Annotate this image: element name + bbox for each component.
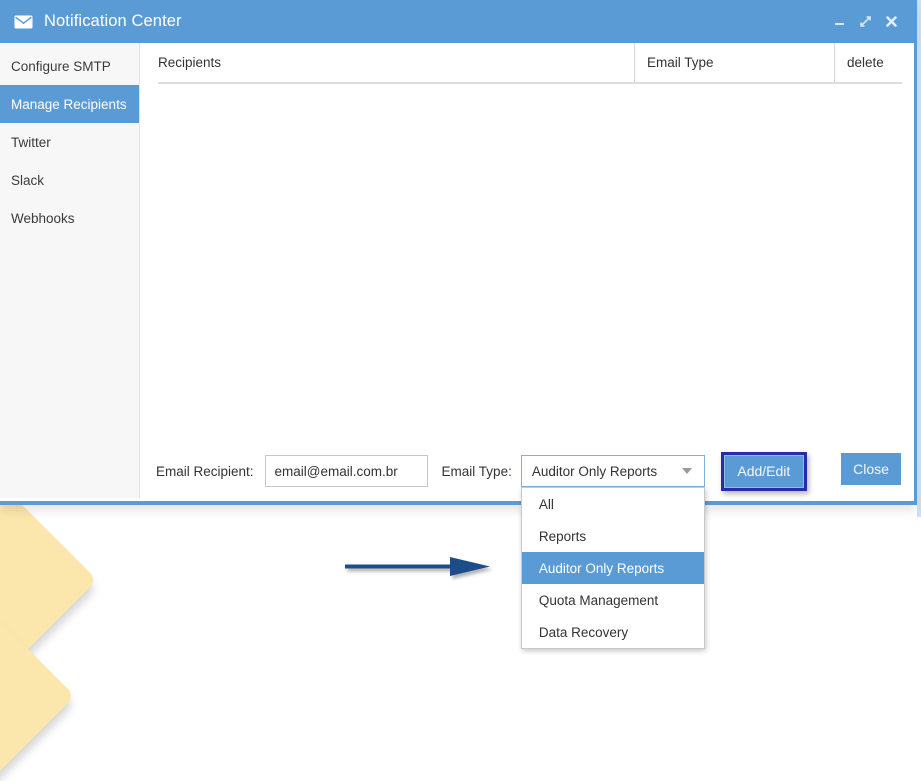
sidebar-item-slack[interactable]: Slack bbox=[0, 161, 139, 199]
email-recipient-input[interactable] bbox=[264, 455, 428, 487]
column-header-recipients[interactable]: Recipients bbox=[158, 43, 635, 84]
sidebar-item-label: Manage Recipients bbox=[11, 96, 127, 112]
sidebar: Configure SMTP Manage Recipients Twitter… bbox=[0, 43, 140, 498]
sidebar-item-configure-smtp[interactable]: Configure SMTP bbox=[0, 47, 139, 85]
sidebar-item-label: Slack bbox=[11, 172, 45, 188]
content-area: Recipients Email Type delete Email Recip… bbox=[140, 43, 914, 649]
close-icon[interactable] bbox=[878, 9, 904, 35]
dropdown-option-data-recovery[interactable]: Data Recovery bbox=[522, 616, 704, 648]
dropdown-option-quota-management[interactable]: Quota Management bbox=[522, 584, 704, 616]
maximize-icon[interactable] bbox=[852, 9, 878, 35]
dropdown-option-label: Auditor Only Reports bbox=[538, 560, 665, 576]
email-type-selected-value: Auditor Only Reports bbox=[531, 463, 658, 479]
sidebar-item-manage-recipients[interactable]: Manage Recipients bbox=[0, 85, 139, 123]
dropdown-option-label: Quota Management bbox=[538, 592, 659, 608]
recipients-table: Recipients Email Type delete bbox=[158, 43, 902, 84]
sidebar-item-label: Twitter bbox=[11, 134, 51, 150]
dropdown-option-label: Data Recovery bbox=[538, 624, 629, 640]
recipients-table-header: Recipients Email Type delete bbox=[158, 43, 902, 84]
recipient-form-row: Email Recipient: Email Type: Auditor Onl… bbox=[140, 445, 914, 649]
sidebar-item-label: Webhooks bbox=[11, 210, 75, 226]
add-edit-focus-ring: Add/Edit bbox=[720, 451, 807, 491]
dropdown-option-label: All bbox=[538, 496, 554, 512]
notification-center-window: Notification Center Configure SMTP Manag… bbox=[0, 0, 917, 649]
window-title: Notification Center bbox=[44, 12, 182, 30]
maximize-glyph bbox=[859, 16, 871, 27]
close-glyph bbox=[885, 16, 897, 27]
email-type-combobox[interactable]: Auditor Only Reports All Reports Auditor… bbox=[520, 455, 705, 649]
sidebar-item-webhooks[interactable]: Webhooks bbox=[0, 199, 139, 237]
close-button[interactable]: Close bbox=[841, 453, 901, 485]
column-header-email-type[interactable]: Email Type bbox=[634, 43, 835, 84]
email-type-dropdown-list[interactable]: All Reports Auditor Only Reports Quota M… bbox=[520, 487, 705, 649]
chevron-down-icon bbox=[676, 468, 698, 474]
email-type-label: Email Type: bbox=[441, 463, 512, 479]
sidebar-item-twitter[interactable]: Twitter bbox=[0, 123, 139, 161]
column-header-delete[interactable]: delete bbox=[834, 43, 902, 84]
dropdown-option-label: Reports bbox=[538, 528, 587, 544]
sidebar-item-label: Configure SMTP bbox=[11, 58, 111, 74]
window-body: Configure SMTP Manage Recipients Twitter… bbox=[0, 43, 914, 649]
dropdown-option-reports[interactable]: Reports bbox=[522, 520, 704, 552]
minimize-icon[interactable] bbox=[826, 9, 852, 35]
table-header-row: Recipients Email Type delete bbox=[158, 43, 902, 84]
dropdown-option-auditor-only-reports[interactable]: Auditor Only Reports bbox=[521, 552, 704, 584]
envelope-icon bbox=[14, 15, 33, 28]
window-titlebar[interactable]: Notification Center bbox=[0, 0, 914, 43]
background-right-edge-strip bbox=[917, 0, 921, 517]
annotation-arrow-icon bbox=[345, 557, 490, 576]
dropdown-option-all[interactable]: All bbox=[522, 488, 704, 520]
add-edit-button[interactable]: Add/Edit bbox=[723, 454, 804, 488]
minimize-glyph bbox=[834, 23, 844, 25]
email-recipient-label: Email Recipient: bbox=[156, 463, 254, 479]
